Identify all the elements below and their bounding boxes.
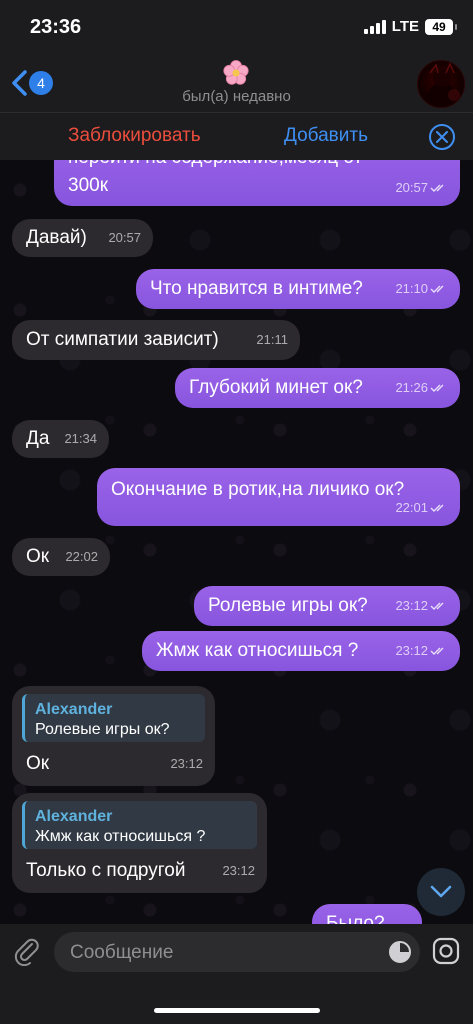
- message-text: Ок: [26, 546, 50, 567]
- message-outgoing[interactable]: Ролевые игры ок? 23:12: [194, 586, 460, 626]
- status-bar: 23:36 LTE 49: [0, 0, 473, 58]
- message-incoming[interactable]: Ок 22:02: [12, 538, 110, 576]
- message-time: 23:12: [395, 643, 428, 658]
- message-outgoing[interactable]: перейти на содержание,месяц от 300к 20:5…: [54, 160, 460, 206]
- message-incoming-reply[interactable]: Alexander Ролевые игры ок? Ок 23:12: [12, 686, 215, 786]
- double-check-icon: [430, 285, 444, 293]
- double-check-icon: [430, 184, 444, 192]
- reply-quote[interactable]: Alexander Жмж как относишься ?: [22, 801, 257, 849]
- status-indicators: LTE 49: [363, 18, 457, 35]
- message-text: Окончание в ротик,на личико ок?: [111, 479, 405, 500]
- message-meta: 21:34: [64, 427, 97, 451]
- message-composer: Сообщение: [0, 924, 473, 1024]
- message-outgoing[interactable]: Было?: [312, 904, 422, 924]
- message-meta: 22:02: [65, 545, 98, 569]
- message-text: 300к: [68, 175, 109, 196]
- block-button[interactable]: Заблокировать: [68, 125, 201, 147]
- message-text: перейти на содержание,месяц от: [68, 160, 362, 170]
- message-time: 20:57: [395, 180, 428, 195]
- add-contact-button[interactable]: Добавить: [284, 125, 368, 147]
- close-icon: [436, 131, 448, 143]
- reply-quote[interactable]: Alexander Ролевые игры ок?: [22, 694, 205, 742]
- avatar[interactable]: [417, 60, 465, 108]
- chat-title-emoji[interactable]: [221, 58, 251, 88]
- message-meta: 23:12: [395, 594, 448, 618]
- message-time: 21:26: [395, 380, 428, 395]
- double-check-icon: [430, 602, 444, 610]
- message-time: 21:10: [395, 281, 428, 296]
- message-meta: 21:26: [395, 376, 448, 400]
- close-action-bar-button[interactable]: [429, 124, 455, 150]
- message-text: Было?: [326, 913, 385, 924]
- chat-messages[interactable]: перейти на содержание,месяц от 300к 20:5…: [0, 160, 473, 924]
- chat-status: был(а) недавно: [182, 88, 291, 105]
- message-incoming[interactable]: Да 21:34: [12, 420, 109, 458]
- status-time: 23:36: [30, 16, 82, 38]
- chevron-down-icon: [430, 885, 452, 898]
- double-check-icon: [430, 504, 444, 512]
- message-text: Да: [26, 428, 50, 449]
- double-check-icon: [430, 647, 444, 655]
- reply-text: Жмж как относишься ?: [35, 828, 206, 845]
- message-outgoing[interactable]: Окончание в ротик,на личико ок? 22:01: [97, 468, 460, 526]
- flower-icon: [223, 60, 249, 85]
- scroll-to-bottom-button[interactable]: [417, 868, 465, 916]
- message-time: 20:57: [108, 230, 141, 245]
- message-meta: 22:01: [395, 496, 448, 520]
- message-incoming[interactable]: Давай) 20:57: [12, 219, 153, 257]
- message-meta: 23:12: [222, 859, 255, 883]
- message-text: Жмж как относишься ?: [156, 640, 359, 661]
- message-meta: 20:57: [108, 226, 141, 250]
- battery-icon: 49: [425, 18, 457, 35]
- message-input[interactable]: Сообщение: [54, 932, 420, 972]
- double-check-icon: [430, 384, 444, 392]
- message-text: Только с подругой: [26, 860, 186, 881]
- message-outgoing[interactable]: Глубокий минет ок? 21:26: [175, 368, 460, 408]
- message-outgoing[interactable]: Жмж как относишься ? 23:12: [142, 631, 460, 671]
- message-meta: 21:11: [256, 328, 288, 352]
- message-outgoing[interactable]: Что нравится в интиме? 21:10: [136, 269, 460, 309]
- message-time: 21:34: [64, 431, 97, 446]
- contact-action-bar: Заблокировать Добавить: [0, 112, 473, 160]
- camera-icon[interactable]: [431, 936, 461, 966]
- signal-icon: [363, 19, 386, 34]
- message-text: Глубокий минет ок?: [189, 377, 363, 398]
- message-text: Ролевые игры ок?: [208, 595, 368, 616]
- message-meta: 20:57: [395, 176, 448, 200]
- message-text: От симпатии зависит): [26, 329, 219, 350]
- message-time: 21:11: [256, 332, 288, 347]
- paperclip-icon[interactable]: [12, 936, 42, 966]
- sticker-icon[interactable]: [388, 940, 412, 964]
- message-incoming[interactable]: От симпатии зависит) 21:11: [12, 320, 300, 360]
- avatar-image-icon: [424, 62, 460, 107]
- battery-level: 49: [432, 19, 446, 34]
- message-text: Давай): [26, 227, 87, 248]
- message-meta: 21:10: [395, 277, 448, 301]
- message-time: 22:01: [395, 500, 428, 515]
- message-text: Что нравится в интиме?: [150, 278, 363, 299]
- message-time: 23:12: [222, 863, 255, 878]
- message-meta: 23:12: [395, 639, 448, 663]
- message-time: 23:12: [170, 756, 203, 771]
- message-time: 23:12: [395, 598, 428, 613]
- message-text: Ок: [26, 753, 50, 774]
- message-meta: 23:12: [170, 752, 203, 776]
- chat-header: 4 был(а) недавно: [0, 58, 473, 112]
- message-time: 22:02: [65, 549, 98, 564]
- network-type: LTE: [391, 18, 419, 35]
- message-incoming-reply[interactable]: Alexander Жмж как относишься ? Только с …: [12, 793, 267, 893]
- message-input-placeholder: Сообщение: [70, 942, 174, 963]
- reply-text: Ролевые игры ок?: [35, 721, 170, 738]
- home-indicator: [154, 1008, 320, 1013]
